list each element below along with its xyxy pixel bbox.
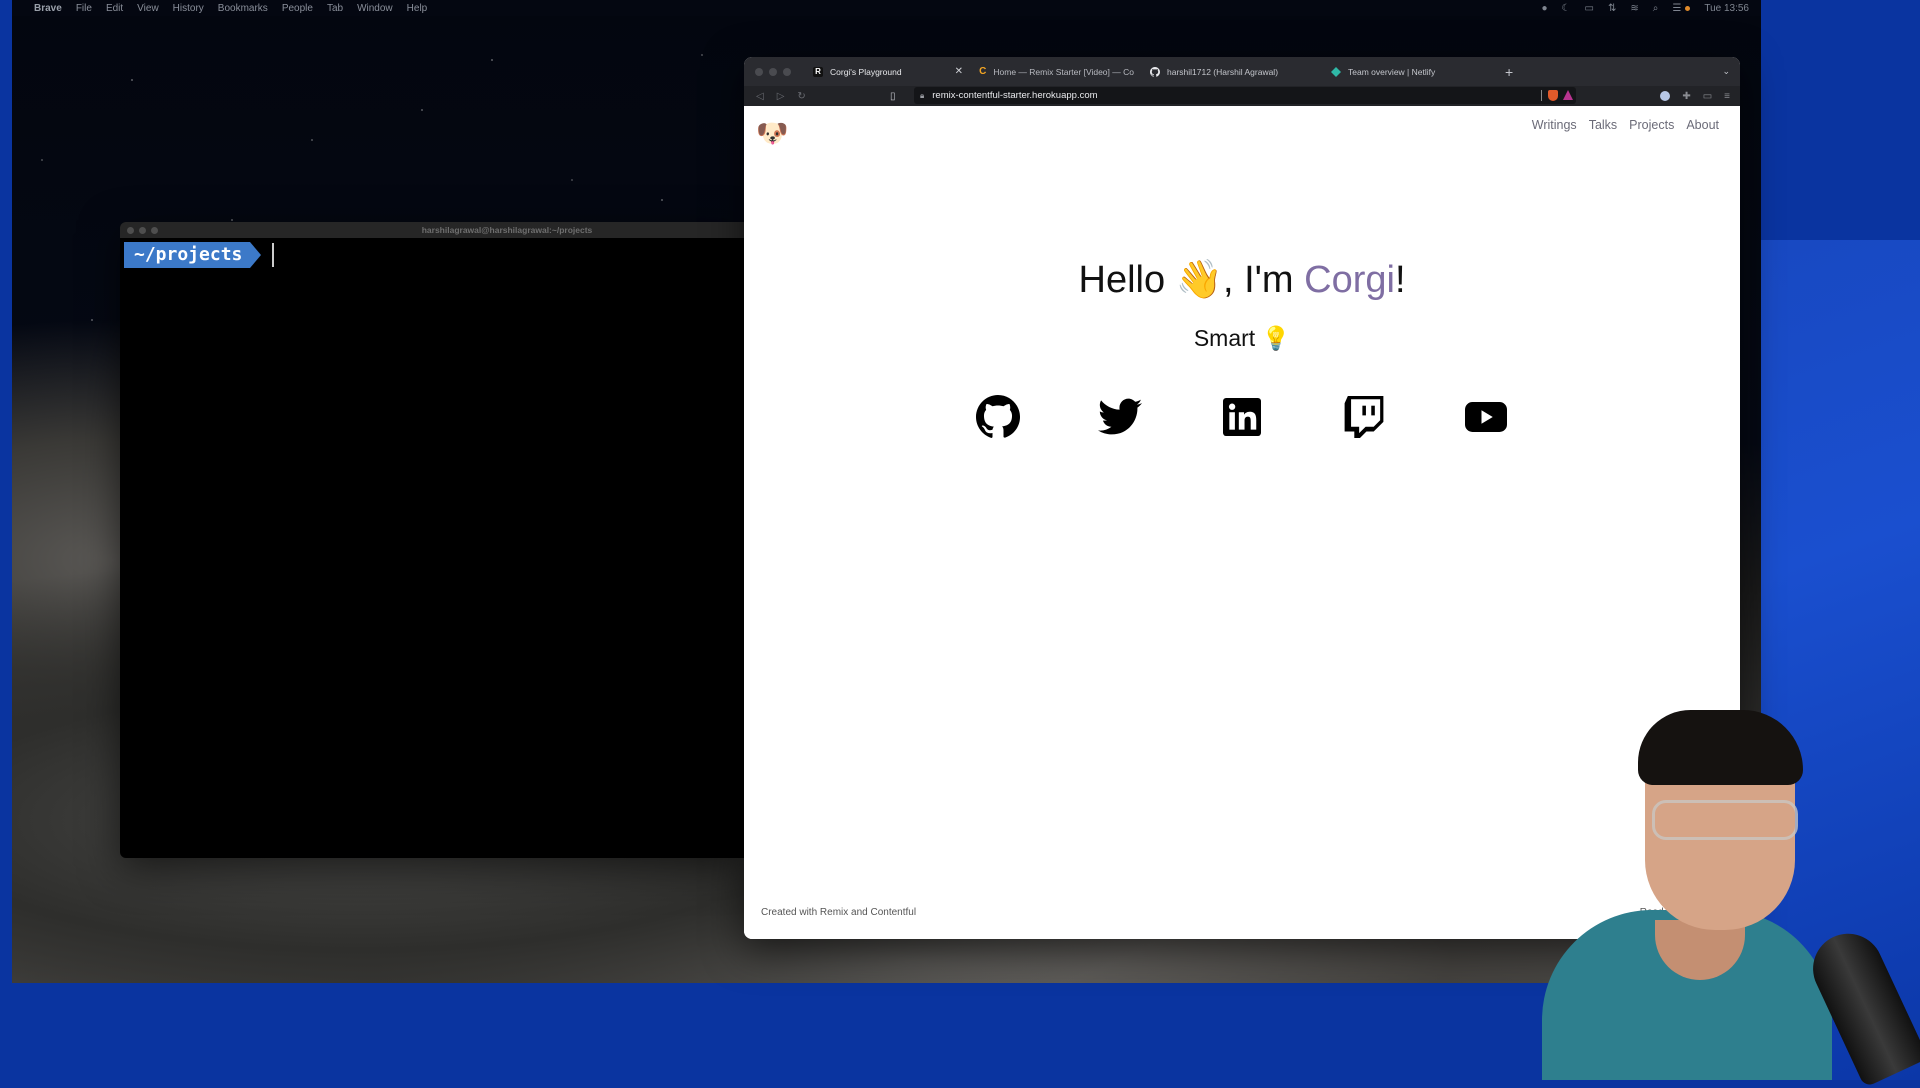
hero-middle: , I'm [1222,259,1305,301]
presenter-webcam-overlay [1540,710,1920,1088]
prompt-line[interactable]: ~/projects [124,242,744,268]
forward-icon[interactable]: ▷ [777,91,785,102]
site-nav: Writings Talks Projects About [1532,118,1719,132]
close-tab-icon[interactable]: ✕ [955,66,963,77]
menu-view[interactable]: View [137,3,159,14]
netlify-icon [1331,66,1341,77]
menu-app-name[interactable]: Brave [34,3,62,14]
tab-netlify[interactable]: Team overview | Netlify [1323,57,1499,86]
footer-credit: Created with Remix and Contentful [761,907,917,918]
youtube-link[interactable] [1464,395,1508,439]
twitch-link[interactable] [1342,395,1386,439]
airdrop-icon[interactable]: ⇅ [1608,3,1616,14]
hero-suffix: ! [1394,259,1406,301]
github-icon [1150,66,1160,77]
menu-window[interactable]: Window [357,3,393,14]
twitter-icon [1098,398,1142,435]
clock[interactable]: Tue 13:56 [1704,3,1749,14]
reload-icon[interactable]: ↻ [797,91,805,102]
moon-icon[interactable]: ☾ [1562,3,1571,14]
nav-writings[interactable]: Writings [1532,118,1577,132]
tagline: Smart 💡 [1193,325,1291,351]
tab-github-profile[interactable]: harshil1712 (Harshil Agrawal) [1142,57,1323,86]
waving-hand-icon: 👋 [1175,259,1223,301]
hero-heading: Hello 👋, I'm Corgi! [744,258,1740,302]
remix-icon: R [813,66,823,77]
record-dot-icon[interactable]: ● [1542,3,1548,14]
wifi-icon[interactable]: ≋ [1630,3,1638,14]
divider [1541,90,1542,101]
hero-prefix: Hello [1078,259,1176,301]
password-manager-icon[interactable] [1660,91,1671,101]
back-icon[interactable]: ◁ [756,91,764,102]
control-center-icon[interactable]: ☰ [1672,3,1681,14]
tab-label: Team overview | Netlify [1348,66,1436,77]
presenter-hair [1638,710,1803,785]
recording-indicator [1685,5,1691,11]
twitch-icon [1344,396,1384,438]
new-tab-button[interactable]: + [1505,64,1513,80]
tab-corgis-playground[interactable]: R Corgi's Playground ✕ [805,57,971,86]
presenter-glasses [1652,800,1798,840]
search-icon[interactable]: ⌕ [1653,3,1659,14]
terminal-titlebar[interactable]: harshilagrawal@harshilagrawal:~/projects [120,222,744,238]
extensions-puzzle-icon[interactable]: ✚ [1682,91,1690,102]
menu-extras: ● ☾ ▭ ⇅ ≋ ⌕ ☰ Tue 13:56 [1542,0,1750,16]
menu-file[interactable]: File [76,3,92,14]
terminal-title: harshilagrawal@harshilagrawal:~/projects [421,225,593,235]
tab-label: Home — Remix Starter [Video] — Co [993,66,1134,77]
nav-talks[interactable]: Talks [1589,118,1617,132]
hero-name: Corgi [1304,259,1395,301]
battery-icon[interactable]: ▭ [1585,3,1594,14]
wallet-icon[interactable]: ▭ [1703,91,1712,102]
menu-history[interactable]: History [173,3,204,14]
bookmark-icon[interactable]: ▯ [890,91,896,102]
prompt-path: ~/projects [124,242,262,268]
social-links [744,395,1740,439]
brave-shields-icon[interactable] [1548,90,1558,101]
github-link[interactable] [976,395,1020,439]
menu-bar: Brave File Edit View History Bookmarks P… [12,0,1761,16]
nav-projects[interactable]: Projects [1629,118,1674,132]
lock-icon[interactable]: 🔒︎ [920,91,924,101]
menu-edit[interactable]: Edit [106,3,123,14]
close-window-button[interactable] [755,67,763,76]
extensions-area: ✚ ▭ ≡ [1660,91,1730,102]
brave-rewards-icon[interactable] [1563,90,1573,100]
tab-label: Corgi's Playground [830,66,902,77]
minimize-window-button[interactable] [769,67,777,76]
dog-logo-icon[interactable]: 🐶 [756,118,788,149]
tab-label: harshil1712 (Harshil Agrawal) [1167,66,1279,77]
twitter-link[interactable] [1098,395,1142,439]
linkedin-icon [1223,398,1261,436]
window-controls [755,67,791,76]
menu-people[interactable]: People [282,3,313,14]
zoom-window-button[interactable] [783,67,791,76]
url-text[interactable]: remix-contentful-starter.herokuapp.com [932,90,1097,101]
menu-help[interactable]: Help [407,3,428,14]
menu-bookmarks[interactable]: Bookmarks [218,3,268,14]
text-cursor [272,243,275,267]
menu-tab[interactable]: Tab [327,3,343,14]
browser-toolbar: ◁ ▷ ↻ ▯ 🔒︎ remix-contentful-starter.hero… [744,86,1740,106]
terminal-window[interactable]: harshilagrawal@harshilagrawal:~/projects… [120,222,744,858]
address-bar[interactable]: 🔒︎ remix-contentful-starter.herokuapp.co… [914,87,1576,104]
youtube-icon [1465,402,1507,432]
github-icon [976,395,1020,438]
menu-icon[interactable]: ≡ [1724,91,1730,102]
tab-remix-starter[interactable]: C Home — Remix Starter [Video] — Co [971,57,1142,86]
nav-about[interactable]: About [1686,118,1719,132]
nav-buttons: ◁ ▷ ↻ [756,91,806,102]
tab-search-chevron-icon[interactable]: ⌄ [1722,66,1730,77]
contentful-icon: C [979,66,987,77]
tab-bar: R Corgi's Playground ✕ C Home — Remix St… [744,57,1740,86]
linkedin-link[interactable] [1220,395,1264,439]
